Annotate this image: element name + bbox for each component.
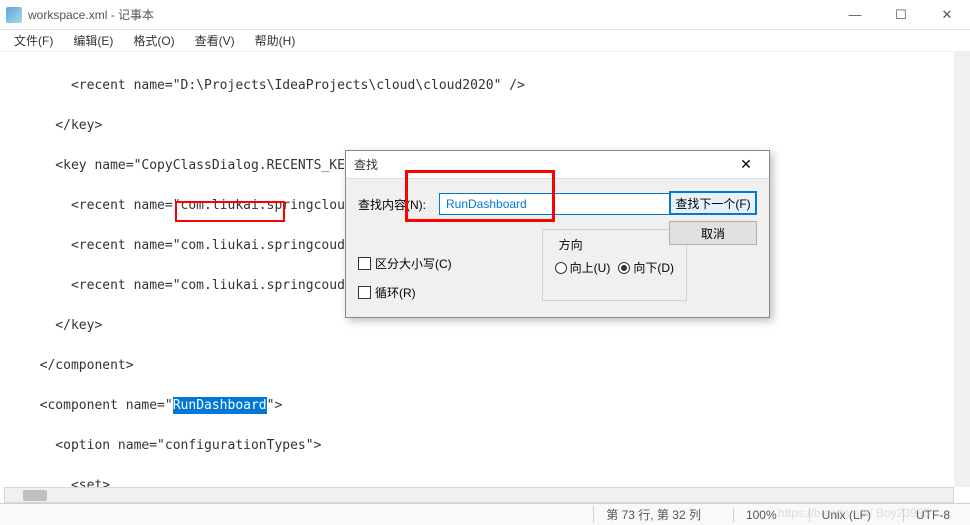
status-zoom: 100% bbox=[733, 508, 789, 522]
status-line-ending: Unix (LF) bbox=[809, 508, 883, 522]
code-line: </component> bbox=[4, 356, 970, 376]
direction-up-radio[interactable]: 向上(U) bbox=[555, 259, 611, 276]
minimize-button[interactable]: — bbox=[832, 0, 878, 30]
menu-help[interactable]: 帮助(H) bbox=[247, 30, 304, 51]
close-button[interactable]: ✕ bbox=[924, 0, 970, 30]
window-title: workspace.xml - 记事本 bbox=[28, 6, 154, 23]
code-line: <component name="RunDashboard"> bbox=[4, 396, 970, 416]
direction-group: 方向 向上(U) 向下(D) bbox=[542, 229, 687, 301]
search-highlight: RunDashboard bbox=[173, 397, 267, 414]
titlebar: workspace.xml - 记事本 — ☐ ✕ bbox=[0, 0, 970, 30]
dialog-title: 查找 bbox=[354, 156, 378, 173]
menu-view[interactable]: 查看(V) bbox=[187, 30, 243, 51]
direction-down-radio[interactable]: 向下(D) bbox=[618, 259, 674, 276]
menubar: 文件(F) 编辑(E) 格式(O) 查看(V) 帮助(H) bbox=[0, 30, 970, 52]
status-encoding: UTF-8 bbox=[903, 508, 962, 522]
menu-format[interactable]: 格式(O) bbox=[125, 30, 182, 51]
maximize-button[interactable]: ☐ bbox=[878, 0, 924, 30]
code-line: </key> bbox=[4, 116, 970, 136]
menu-file[interactable]: 文件(F) bbox=[6, 30, 61, 51]
radio-icon bbox=[618, 262, 630, 274]
horizontal-scrollbar[interactable] bbox=[4, 487, 954, 503]
dialog-titlebar[interactable]: 查找 ✕ bbox=[346, 151, 769, 179]
dialog-body: 查找内容(N): 查找下一个(F) 取消 区分大小写(C) 循环(R) 方向 bbox=[346, 179, 769, 317]
code-line: <recent name="D:\Projects\IdeaProjects\c… bbox=[4, 76, 970, 96]
direction-label: 方向 bbox=[555, 236, 587, 253]
code-line: </key> bbox=[4, 316, 970, 336]
find-label: 查找内容(N): bbox=[358, 196, 433, 213]
radio-icon bbox=[555, 262, 567, 274]
code-line: <option name="configurationTypes"> bbox=[4, 436, 970, 456]
dialog-close-button[interactable]: ✕ bbox=[731, 152, 761, 178]
match-case-checkbox[interactable]: 区分大小写(C) bbox=[358, 255, 452, 272]
statusbar: 第 73 行, 第 32 列 100% Unix (LF) UTF-8 bbox=[0, 503, 970, 525]
find-next-button[interactable]: 查找下一个(F) bbox=[669, 191, 757, 215]
window-controls: — ☐ ✕ bbox=[832, 0, 970, 30]
checkbox-icon bbox=[358, 286, 371, 299]
menu-edit[interactable]: 编辑(E) bbox=[65, 30, 121, 51]
notepad-icon bbox=[6, 7, 22, 23]
vertical-scrollbar[interactable] bbox=[954, 52, 970, 487]
loop-checkbox[interactable]: 循环(R) bbox=[358, 284, 452, 301]
scrollbar-thumb[interactable] bbox=[23, 490, 47, 501]
cancel-button[interactable]: 取消 bbox=[669, 221, 757, 245]
find-dialog: 查找 ✕ 查找内容(N): 查找下一个(F) 取消 区分大小写(C) 循环(R) bbox=[345, 150, 770, 318]
status-position: 第 73 行, 第 32 列 bbox=[593, 506, 713, 523]
checkbox-icon bbox=[358, 257, 371, 270]
